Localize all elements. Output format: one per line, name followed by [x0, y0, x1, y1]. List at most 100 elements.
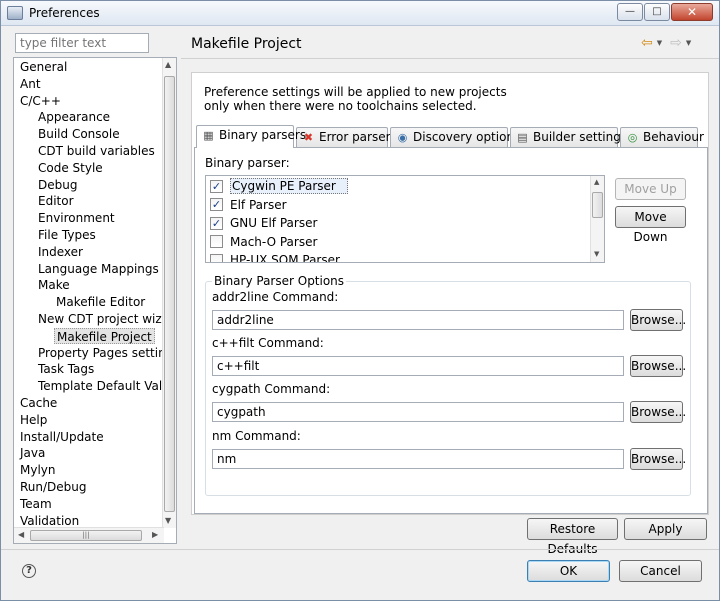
parser-label: Mach-O Parser: [230, 234, 318, 249]
title-bar: Preferences — □ ✕: [1, 1, 719, 26]
minimize-button[interactable]: —: [617, 3, 643, 21]
tab-label: Builder settings: [533, 130, 628, 144]
help-icon[interactable]: ?: [22, 564, 36, 578]
addr2line-field[interactable]: addr2line: [212, 310, 624, 330]
tree-item[interactable]: Team: [18, 496, 54, 512]
cygpath-field[interactable]: cygpath: [212, 402, 624, 422]
tree-item[interactable]: Language Mappings: [36, 261, 161, 277]
binary-parser-options-group: Binary Parser Options addr2line Command:…: [205, 274, 691, 496]
scroll-down-icon[interactable]: ▼: [165, 516, 171, 525]
tree-item[interactable]: Template Default Values: [36, 378, 176, 394]
cancel-button[interactable]: Cancel: [619, 560, 702, 582]
tree-item[interactable]: Code Style: [36, 160, 105, 176]
tree-item[interactable]: Build Console: [36, 126, 122, 142]
tab-builder-settings[interactable]: ▤ Builder settings: [510, 127, 627, 147]
preferences-tree: General Ant C/C++ Appearance Build Console CD…: [13, 57, 177, 544]
addr2line-label: addr2line Command:: [212, 290, 339, 304]
nm-field[interactable]: nm: [212, 449, 624, 469]
preferences-window: Preferences — □ ✕ GeneralAntC/C++Appeara…: [0, 0, 720, 601]
tree-item[interactable]: General: [18, 59, 69, 75]
cygpath-browse-button[interactable]: Browse...: [630, 401, 686, 423]
parser-checkbox[interactable]: [210, 253, 223, 262]
scroll-right-icon[interactable]: ▶: [152, 530, 158, 539]
tree-item[interactable]: Run/Debug: [18, 479, 89, 495]
tree-item[interactable]: Help: [18, 412, 49, 428]
back-dropdown-icon[interactable]: ▼: [657, 39, 662, 47]
parser-checkbox[interactable]: [210, 235, 223, 248]
tree-item[interactable]: Make: [36, 277, 72, 293]
restore-defaults-button[interactable]: Restore Defaults: [527, 518, 618, 556]
maximize-button[interactable]: □: [644, 3, 670, 21]
parser-list-scroll-thumb[interactable]: [592, 192, 603, 218]
parser-label: GNU Elf Parser: [230, 216, 318, 230]
window-title: Preferences: [29, 6, 100, 20]
tree-item[interactable]: Property Pages settings: [36, 345, 176, 361]
back-arrow-icon[interactable]: ⇦: [641, 35, 653, 51]
forward-dropdown-icon[interactable]: ▼: [686, 39, 691, 47]
tree-hscroll-thumb[interactable]: |||: [30, 530, 142, 541]
scroll-left-icon[interactable]: ◀: [18, 530, 24, 539]
group-title: Binary Parser Options: [212, 274, 347, 288]
forward-arrow-icon[interactable]: ⇨: [670, 35, 682, 51]
parser-row[interactable]: ✓ Cygwin PE Parser: [210, 177, 348, 195]
tree-horizontal-scrollbar[interactable]: ◀ ||| ▶: [14, 527, 164, 543]
cppfilt-field[interactable]: c++filt: [212, 356, 624, 376]
window-controls: — □ ✕: [617, 3, 713, 21]
close-button[interactable]: ✕: [671, 3, 713, 21]
move-down-button[interactable]: Move Down: [615, 206, 686, 244]
tree-item[interactable]: Cache: [18, 395, 59, 411]
tab-strip: ▦ Binary parsers ✖ Error parsers ◉ Disco…: [194, 125, 708, 148]
tab-binary-parsers[interactable]: ▦ Binary parsers: [196, 125, 306, 148]
tree-item[interactable]: Environment: [36, 210, 117, 226]
tree-item[interactable]: Java: [18, 445, 47, 461]
binary-parser-list[interactable]: ✓ Cygwin PE Parser ✓ Elf Parser ✓ GNU Elf Par…: [205, 175, 605, 263]
tree-item[interactable]: CDT build variables: [36, 143, 157, 159]
apply-button[interactable]: Apply: [624, 518, 707, 540]
tab-error-parsers[interactable]: ✖ Error parsers: [296, 127, 397, 147]
binary-icon: ▦: [203, 129, 214, 142]
move-up-button[interactable]: Move Up: [615, 178, 686, 200]
parser-list-scrollbar[interactable]: ▲ ▼: [590, 176, 604, 262]
tree-item[interactable]: New CDT project wizard: [36, 311, 176, 327]
tree-item[interactable]: Makefile Project: [54, 327, 155, 344]
builder-icon: ▤: [517, 131, 528, 144]
tree-item[interactable]: Makefile Editor: [54, 294, 147, 310]
parser-row[interactable]: HP-UX SOM Parser: [210, 251, 340, 262]
page-navigation: ⇦ ▼ ⇨ ▼: [641, 35, 695, 51]
tree-scroll-thumb[interactable]: [164, 76, 175, 512]
nm-label: nm Command:: [212, 429, 301, 443]
tree-item[interactable]: File Types: [36, 227, 98, 243]
parser-row[interactable]: Mach-O Parser: [210, 233, 317, 251]
globe-icon: ◉: [397, 131, 408, 144]
list-scroll-up-icon[interactable]: ▲: [594, 178, 599, 186]
tree-item[interactable]: Debug: [36, 177, 79, 193]
nm-browse-button[interactable]: Browse...: [630, 448, 686, 470]
tree-item[interactable]: Ant: [18, 76, 43, 92]
tree-item[interactable]: Install/Update: [18, 429, 106, 445]
list-scroll-down-icon[interactable]: ▼: [594, 250, 599, 258]
tree-item[interactable]: Mylyn: [18, 462, 58, 478]
addr2line-browse-button[interactable]: Browse...: [630, 309, 686, 331]
scroll-up-icon[interactable]: ▲: [165, 60, 171, 69]
filter-input[interactable]: [15, 33, 149, 53]
tree-item[interactable]: Indexer: [36, 244, 85, 260]
notice-text: Preference settings will be applied to n…: [204, 85, 507, 113]
tree-item[interactable]: Task Tags: [36, 361, 96, 377]
tree-item[interactable]: C/C++: [18, 93, 63, 109]
parser-checkbox[interactable]: ✓: [210, 179, 223, 193]
parser-row[interactable]: ✓ Elf Parser: [210, 196, 287, 214]
tree-item[interactable]: Appearance: [36, 109, 112, 125]
parser-row[interactable]: ✓ GNU Elf Parser: [210, 214, 317, 232]
ok-button[interactable]: OK: [527, 560, 610, 582]
parser-checkbox[interactable]: ✓: [210, 198, 223, 211]
tree-vertical-scrollbar[interactable]: ▲ ▼: [162, 58, 176, 528]
behaviour-icon: ◎: [627, 131, 638, 144]
app-icon: [7, 6, 23, 20]
notice-line-1: Preference settings will be applied to n…: [204, 85, 507, 99]
binary-parser-label: Binary parser:: [205, 156, 290, 170]
tab-behaviour[interactable]: ◎ Behaviour: [620, 127, 704, 147]
cppfilt-browse-button[interactable]: Browse...: [630, 355, 686, 377]
tab-discovery-options[interactable]: ◉ Discovery options: [390, 127, 520, 147]
tree-item[interactable]: Editor: [36, 193, 76, 209]
parser-checkbox[interactable]: ✓: [210, 216, 223, 230]
